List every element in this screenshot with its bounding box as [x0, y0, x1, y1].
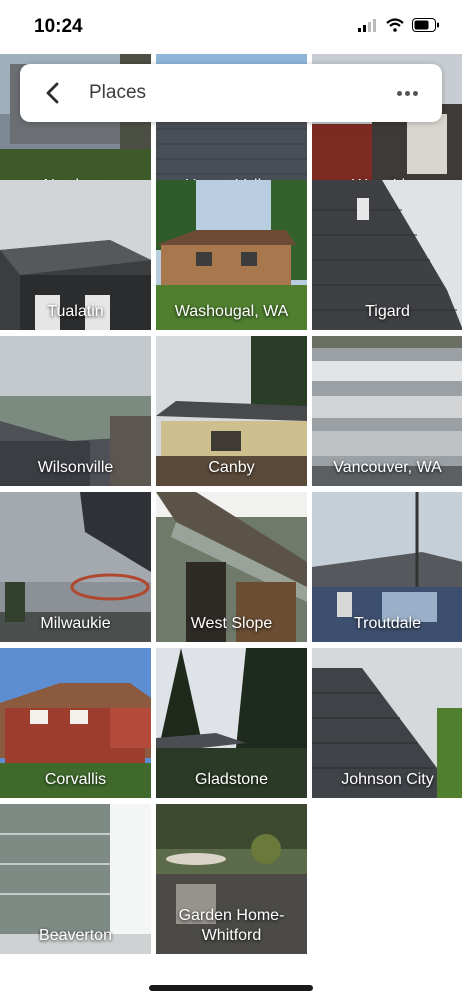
place-tile-milwaukie[interactable]: Milwaukie: [0, 492, 151, 642]
place-tile-johnson-city[interactable]: Johnson City: [312, 648, 462, 798]
place-label: Gladstone: [195, 771, 268, 788]
place-tile-west-slope[interactable]: West Slope: [156, 492, 307, 642]
place-label: Wilsonville: [37, 459, 114, 476]
places-header: Places: [20, 64, 442, 122]
status-icons: [358, 18, 440, 32]
back-button[interactable]: [38, 78, 68, 108]
battery-icon: [412, 18, 439, 32]
place-label: Vancouver, WA: [333, 459, 442, 476]
place-label: West Slope: [190, 615, 273, 632]
place-label: Johnson City: [341, 771, 434, 788]
place-label: Garden Home-Whitford: [178, 907, 285, 944]
place-label: Corvallis: [44, 771, 107, 788]
status-time: 10:24: [34, 16, 83, 37]
more-options-icon: [396, 90, 402, 96]
more-options-icon: [412, 90, 418, 96]
page-title: Places: [89, 82, 147, 103]
place-label: Milwaukie: [40, 615, 111, 632]
place-label: Canby: [208, 459, 255, 476]
place-tile-corvallis[interactable]: Corvallis: [0, 648, 151, 798]
place-tile-washougal[interactable]: Washougal, WA: [156, 180, 307, 330]
place-label: Washougal, WA: [174, 303, 289, 320]
status-bar: 10:24: [0, 0, 462, 54]
place-tile-canby[interactable]: Canby: [156, 336, 307, 486]
place-tile-tualatin[interactable]: Tualatin: [0, 180, 151, 330]
place-tile-tigard[interactable]: Tigard: [312, 180, 462, 330]
cellular-signal-icon: [358, 19, 376, 32]
place-label: Troutdale: [354, 615, 421, 632]
place-tile-troutdale[interactable]: Troutdale: [312, 492, 462, 642]
place-label: Tigard: [365, 303, 410, 320]
more-options-button[interactable]: [392, 78, 422, 108]
wifi-icon: [386, 18, 404, 32]
place-tile-vancouver[interactable]: Vancouver, WA: [312, 336, 462, 486]
place-tile-garden-home-whitford[interactable]: Garden Home-Whitford: [156, 804, 307, 954]
back-arrow-icon: [46, 82, 59, 104]
place-tile-gladstone[interactable]: Gladstone: [156, 648, 307, 798]
place-label: Tualatin: [47, 303, 104, 320]
place-label: Beaverton: [39, 927, 112, 944]
more-options-icon: [404, 90, 410, 96]
home-indicator[interactable]: [149, 985, 313, 991]
places-grid: Newberg Happy Valley West Linn: [0, 54, 462, 961]
place-tile-beaverton[interactable]: Beaverton: [0, 804, 151, 954]
place-tile-wilsonville[interactable]: Wilsonville: [0, 336, 151, 486]
